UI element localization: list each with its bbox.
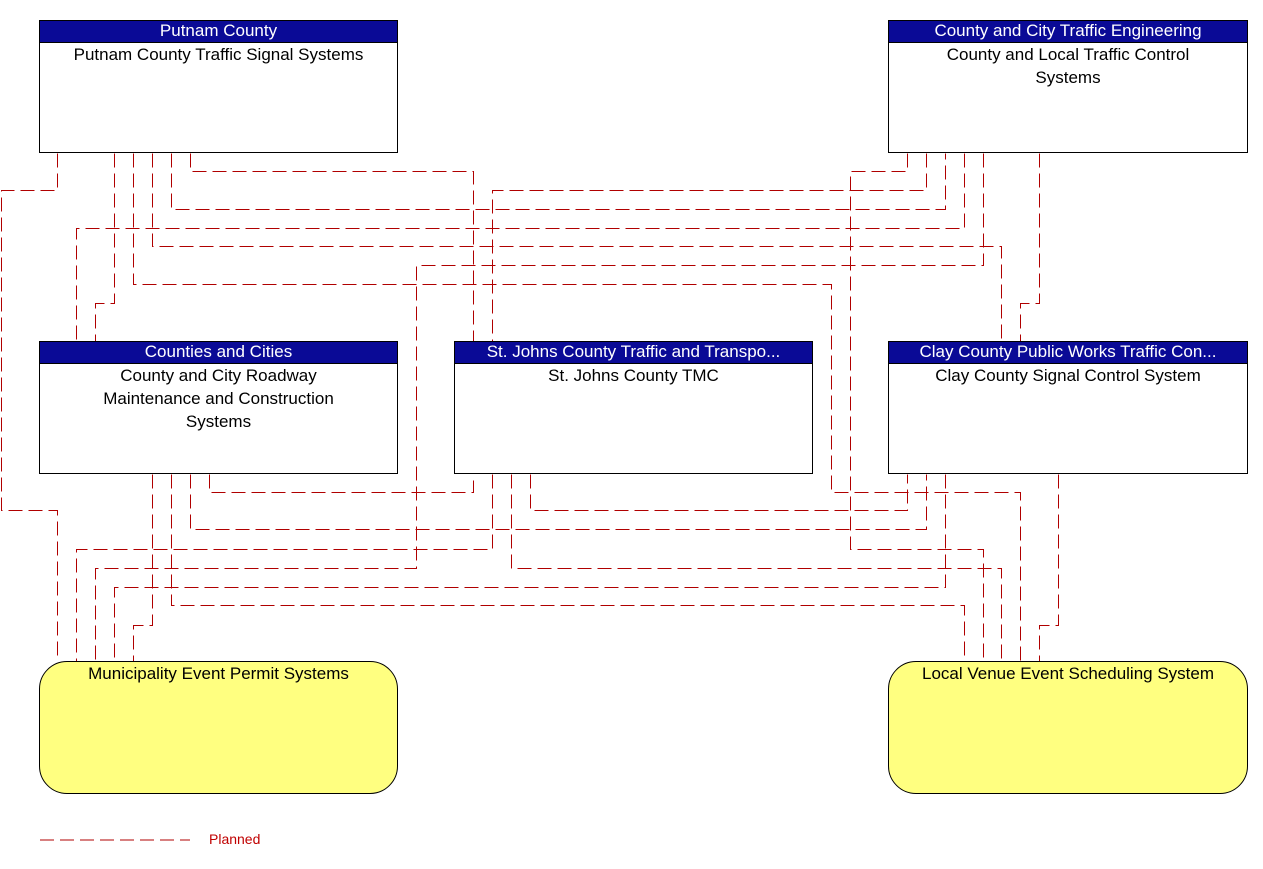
- node-body: County and City Roadway Maintenance and …: [103, 366, 334, 431]
- node-header: Counties and Cities: [40, 342, 397, 364]
- flow-line-clay-to-local-venue: [1039, 474, 1059, 662]
- node-putnam[interactable]: Putnam County Putnam County Traffic Sign…: [39, 20, 398, 153]
- terminator-label: Local Venue Event Scheduling System: [921, 664, 1215, 683]
- node-clay[interactable]: Clay County Public Works Traffic Con... …: [888, 341, 1248, 474]
- node-body: County and Local Traffic Control Systems: [946, 45, 1190, 87]
- node-body: St. Johns County TMC: [548, 366, 719, 385]
- terminator-municipality[interactable]: Municipality Event Permit Systems: [39, 661, 398, 794]
- legend-planned-label: Planned: [209, 831, 261, 847]
- terminator-local-venue[interactable]: Local Venue Event Scheduling System: [888, 661, 1248, 794]
- node-header: St. Johns County Traffic and Transpo...: [455, 342, 812, 364]
- flow-line-putnam-to-clay: [152, 153, 1002, 342]
- flow-line-st-johns-to-local-venue: [511, 474, 1002, 662]
- node-st-johns[interactable]: St. Johns County Traffic and Transpo... …: [454, 341, 813, 474]
- flow-line-putnam-to-st-johns: [190, 153, 474, 342]
- node-header: Clay County Public Works Traffic Con...: [889, 342, 1247, 364]
- node-header: Putnam County: [40, 21, 397, 43]
- flow-line-county-city-eng-to-counties-cities: [492, 153, 927, 342]
- flow-line-counties-cities-to-st-johns: [209, 474, 474, 493]
- flow-line-putnam-to-county-city-eng: [171, 153, 946, 210]
- flow-line-county-city-eng-to-local-venue: [1020, 153, 1040, 342]
- flow-line-county-city-eng-to-municipality: [76, 153, 965, 342]
- node-header: County and City Traffic Engineering: [889, 21, 1247, 43]
- node-counties-cities[interactable]: Counties and Cities County and City Road…: [39, 341, 398, 474]
- flow-line-putnam-to-counties-cities: [95, 153, 115, 342]
- terminator-label: Municipality Event Permit Systems: [88, 664, 349, 683]
- node-county-city-eng[interactable]: County and City Traffic Engineering Coun…: [888, 20, 1248, 153]
- node-body: Putnam County Traffic Signal Systems: [73, 45, 364, 64]
- node-body: Clay County Signal Control System: [935, 366, 1201, 385]
- flow-line-counties-cities-to-clay: [190, 474, 927, 530]
